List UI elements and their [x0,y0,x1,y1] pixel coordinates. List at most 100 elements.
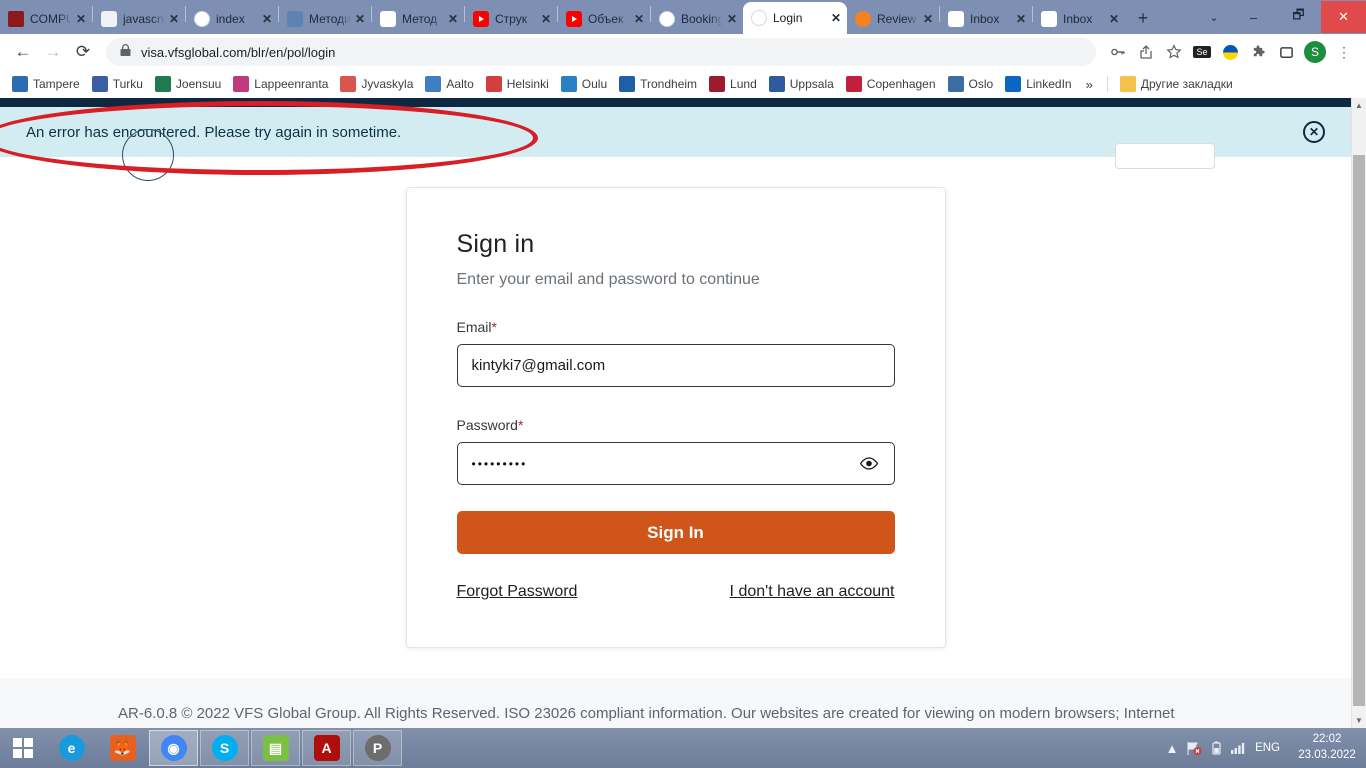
scroll-up-arrow-icon[interactable]: ▲ [1352,98,1366,113]
lappeenranta-icon [233,76,250,92]
tab-close-icon[interactable]: ✕ [446,12,460,26]
taskbar-app-button[interactable]: S [200,730,249,766]
email-input[interactable] [456,344,895,387]
taskbar-app-button[interactable]: A [302,730,351,766]
tab-close-icon[interactable]: ✕ [74,12,88,26]
browser-tab[interactable]: Метод ✕ [372,4,464,34]
minimize-button[interactable]: – [1231,3,1276,31]
maximize-button[interactable]: 🗗 [1276,3,1321,31]
bookmark-item[interactable]: Lund [703,73,763,95]
profile-avatar[interactable]: S [1304,41,1326,63]
password-label-text: Password [456,417,518,433]
bookmark-item[interactable]: Jyvaskyla [334,73,419,95]
bookmark-label: Oslo [968,77,994,91]
battery-icon[interactable] [1205,735,1227,761]
show-password-eye-icon[interactable] [859,457,879,471]
document-icon [101,11,117,27]
bookmark-item[interactable]: Lappeenranta [227,73,334,95]
new-tab-button[interactable]: + [1129,4,1157,32]
scroll-down-arrow-icon[interactable]: ▼ [1352,713,1366,728]
bookmark-item[interactable]: Oslo [942,73,1000,95]
bookmark-label: Trondheim [640,77,698,91]
create-account-link[interactable]: I don't have an account [730,583,895,601]
selenium-extension-icon[interactable]: Se [1188,38,1216,66]
show-hidden-icons-icon[interactable]: ▲ [1161,735,1183,761]
tab-close-icon[interactable]: ✕ [539,12,553,26]
browser-tab[interactable]: Струк ✕ [465,4,557,34]
tab-title: Струк [495,12,527,26]
page-scrollbar[interactable]: ▲ ▼ [1351,98,1366,728]
browser-menu-icon[interactable]: ⋮ [1330,38,1358,66]
password-key-icon[interactable] [1104,38,1132,66]
tab-close-icon[interactable]: ✕ [167,12,181,26]
bookmark-item[interactable]: Tampere [6,73,86,95]
browser-tab[interactable]: Booking ✕ [651,4,743,34]
taskbar-app-button[interactable]: P [353,730,402,766]
taskbar-app-button[interactable]: 🦊 [98,730,147,766]
other-bookmarks-button[interactable]: Другие закладки [1114,73,1239,95]
browser-tab[interactable]: Методи ✕ [279,4,371,34]
bookmark-item[interactable]: Uppsala [763,73,840,95]
language-indicator[interactable]: ENG [1255,742,1280,754]
bookmark-item[interactable]: Copenhagen [840,73,942,95]
bookmarks-overflow-button[interactable]: » [1078,77,1101,92]
tab-close-icon[interactable]: ✕ [725,12,739,26]
back-icon[interactable]: ← [8,37,38,67]
reload-icon[interactable]: ⟳ [68,37,98,67]
start-button[interactable] [0,728,46,768]
tab-title: Объек [588,12,624,26]
side-panel-icon[interactable] [1272,38,1300,66]
address-bar[interactable]: visa.vfsglobal.com/blr/en/pol/login [106,38,1096,66]
tab-close-icon[interactable]: ✕ [260,12,274,26]
browser-tab[interactable]: Inbox ✕ [1033,4,1125,34]
trondheim-icon [619,76,636,92]
site-header-strip [0,98,1351,107]
browser-tab[interactable]: COMPU ✕ [0,4,92,34]
joensuu-icon [154,76,171,92]
browser-tab[interactable]: javascript✕ [93,4,185,34]
share-icon[interactable] [1132,38,1160,66]
browser-tab[interactable]: index ✕ [186,4,278,34]
tab-close-icon[interactable]: ✕ [632,12,646,26]
tab-close-icon[interactable]: ✕ [1107,12,1121,26]
header-action-button[interactable] [1115,143,1215,169]
browser-tab[interactable]: Объек ✕ [558,4,650,34]
signal-strength-icon[interactable] [1227,735,1249,761]
gmail-icon [1041,11,1057,27]
clock[interactable]: 22:02 23.03.2022 [1294,732,1360,763]
browser-tab[interactable]: Review ✕ [847,4,939,34]
extensions-puzzle-icon[interactable] [1244,38,1272,66]
forgot-password-link[interactable]: Forgot Password [457,583,578,601]
network-icon[interactable] [1183,735,1205,761]
tab-close-icon[interactable]: ✕ [829,11,843,25]
bookmark-item[interactable]: LinkedIn [999,73,1077,95]
bookmark-item[interactable]: Turku [86,73,149,95]
taskbar-app-button[interactable]: ▤ [251,730,300,766]
tab-search-button[interactable]: ⌄ [1197,0,1231,34]
close-window-button[interactable]: ✕ [1321,1,1366,33]
tab-close-icon[interactable]: ✕ [1014,12,1028,26]
scrollbar-thumb[interactable] [1353,155,1365,706]
bookmark-label: Jyvaskyla [361,77,414,91]
close-icon[interactable]: ✕ [1303,121,1325,143]
browser-tab[interactable]: Login ✕ [743,2,847,34]
tab-close-icon[interactable]: ✕ [353,12,367,26]
tab-close-icon[interactable]: ✕ [921,12,935,26]
bookmark-item[interactable]: Helsinki [480,73,555,95]
page-title: Sign in [456,230,535,258]
bookmark-item[interactable]: Trondheim [613,73,703,95]
bookmark-item[interactable]: Oulu [555,73,613,95]
bookmark-item[interactable]: Joensuu [149,73,227,95]
bookmark-label: Lund [730,77,757,91]
email-label: Email* [457,319,895,335]
sign-in-button[interactable]: Sign In [456,511,895,554]
bookmark-item[interactable]: Aalto [419,73,479,95]
taskbar-app-button[interactable]: ◉ [149,730,198,766]
browser-tab[interactable]: Inbox ✕ [940,4,1032,34]
url-text: visa.vfsglobal.com/blr/en/pol/login [141,44,336,60]
ukraine-flag-icon[interactable] [1216,38,1244,66]
taskbar-app-button[interactable]: e [47,730,96,766]
forward-icon[interactable]: → [38,37,68,67]
bookmark-star-icon[interactable] [1160,38,1188,66]
password-input[interactable]: ••••••••• [456,442,895,485]
